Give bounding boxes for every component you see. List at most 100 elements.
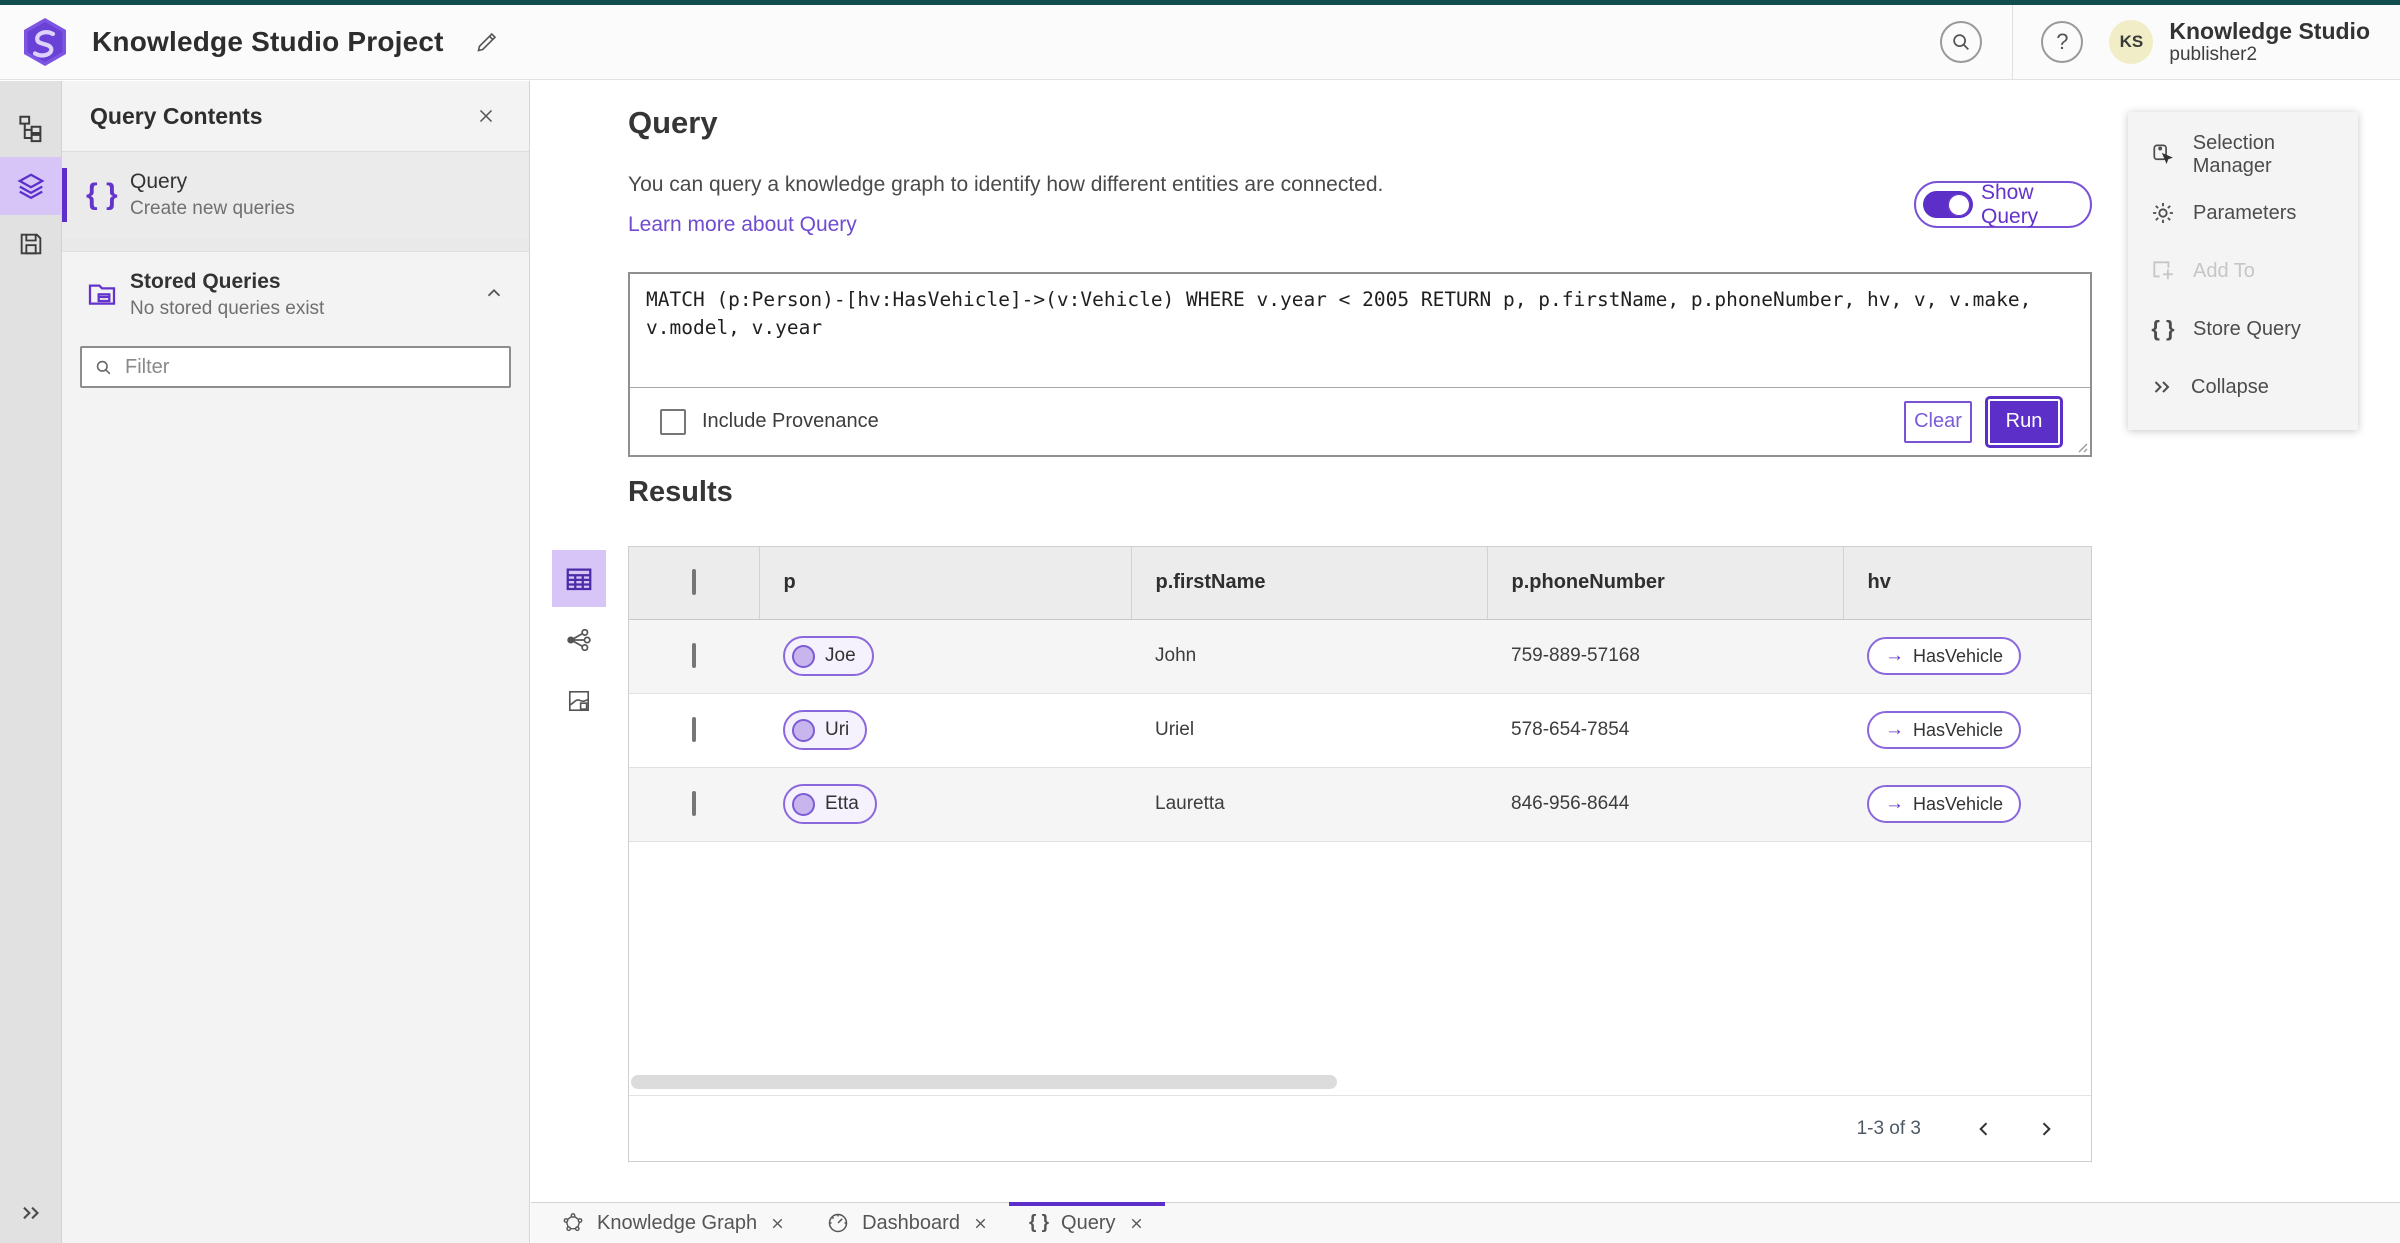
page-title: Query	[628, 105, 718, 140]
parameters-button[interactable]: Parameters	[2128, 184, 2358, 242]
store-query-button[interactable]: { } Store Query	[2128, 300, 2358, 358]
panel-header: Query Contents	[62, 81, 529, 152]
node-chip[interactable]: Joe	[783, 636, 874, 676]
sitemap-icon	[19, 115, 42, 143]
stored-queries-filter[interactable]	[80, 346, 511, 388]
expand-rail-button[interactable]	[0, 1193, 62, 1233]
column-header-firstname: p.firstName	[1131, 547, 1488, 620]
map-view-button[interactable]	[552, 672, 606, 729]
cell-phonenumber: 846-956-8644	[1487, 767, 1843, 842]
rail-item-contents[interactable]	[0, 157, 62, 215]
run-button[interactable]: Run	[1985, 395, 2063, 448]
add-to-icon	[2153, 261, 2173, 280]
network-icon	[567, 628, 591, 651]
select-all-checkbox[interactable]	[691, 569, 696, 596]
add-to-button[interactable]: Add To	[2128, 242, 2358, 300]
selection-manager-button[interactable]: Selection Manager	[2128, 126, 2358, 184]
include-provenance-label: Include Provenance	[702, 410, 879, 432]
chevron-up-icon	[487, 288, 501, 296]
close-icon	[772, 1218, 783, 1228]
node-chip[interactable]: Uri	[783, 710, 868, 750]
column-header-p: p	[759, 547, 1132, 620]
header-divider	[2012, 4, 2014, 80]
graph-view-button[interactable]	[552, 611, 606, 668]
chevron-left-icon	[1979, 1121, 1988, 1136]
results-title: Results	[628, 476, 733, 508]
show-query-label: Show Query	[1981, 180, 2039, 228]
search-icon	[96, 360, 111, 374]
close-tab-button[interactable]	[972, 1215, 989, 1232]
results-table-container: p p.firstName p.phoneNumber hv Joe John …	[628, 546, 2092, 1162]
rail-item-model-hierarchy[interactable]	[0, 99, 62, 157]
edge-chip[interactable]: → HasVehicle	[1867, 711, 2022, 749]
show-query-toggle[interactable]: Show Query	[1914, 181, 2092, 228]
tab-dashboard[interactable]: Dashboard	[806, 1203, 1009, 1243]
user-name: Knowledge Studio	[2169, 17, 2370, 44]
edge-chip[interactable]: → HasVehicle	[1867, 637, 2022, 675]
project-title: Knowledge Studio Project	[92, 26, 444, 57]
row-checkbox[interactable]	[692, 717, 696, 742]
table-view-button[interactable]	[552, 550, 606, 607]
braces-icon: { }	[86, 178, 118, 211]
cell-firstname: Lauretta	[1131, 767, 1487, 842]
query-item-title: Query	[130, 170, 188, 193]
scrollbar-thumb[interactable]	[631, 1075, 1337, 1089]
column-header-hv: hv	[1843, 547, 2091, 620]
cell-firstname: John	[1131, 619, 1487, 694]
user-menu[interactable]: Knowledge Studio publisher2	[2169, 18, 2370, 66]
dashboard-gauge-icon	[828, 1213, 848, 1233]
edge-chip[interactable]: → HasVehicle	[1867, 785, 2022, 823]
arrow-right-icon: →	[1885, 793, 1904, 814]
learn-more-link[interactable]: Learn more about Query	[628, 213, 857, 237]
table-row: Joe John 759-889-57168 → HasVehicle	[629, 619, 2091, 694]
close-panel-button[interactable]	[471, 101, 501, 131]
include-provenance-checkbox[interactable]	[660, 408, 686, 435]
row-checkbox[interactable]	[692, 791, 696, 816]
table-row: Uri Uriel 578-654-7854 → HasVehicle	[629, 693, 2091, 768]
edit-project-title-button[interactable]	[470, 25, 504, 59]
filter-input[interactable]	[125, 355, 497, 379]
rail-item-save[interactable]	[0, 215, 62, 273]
stored-queries-title: Stored Queries	[130, 270, 281, 293]
collapse-panel-button[interactable]: Collapse	[2128, 358, 2358, 416]
braces-icon: { }	[2151, 316, 2175, 341]
query-item-subtitle: Create new queries	[130, 198, 295, 219]
chevron-right-icon	[2042, 1121, 2051, 1136]
table-header-row: p p.firstName p.phoneNumber hv	[629, 547, 2091, 620]
previous-page-button[interactable]	[1967, 1112, 2001, 1146]
close-tab-button[interactable]	[1128, 1215, 1145, 1232]
cell-phonenumber: 759-889-57168	[1487, 619, 1843, 694]
stored-queries-section-header[interactable]: Stored Queries No stored queries exist	[62, 252, 529, 330]
global-search-button[interactable]	[1940, 21, 1983, 63]
bottom-tab-bar: Knowledge Graph Dashboard { } Query	[531, 1202, 2400, 1243]
row-checkbox[interactable]	[692, 643, 696, 668]
table-row: Etta Lauretta 846-956-8644 → HasVehicle	[629, 767, 2091, 842]
close-icon	[975, 1218, 986, 1228]
pencil-icon	[477, 32, 496, 52]
query-code-input[interactable]: MATCH (p:Person)-[hv:HasVehicle]->(v:Veh…	[630, 274, 2090, 388]
close-tab-button[interactable]	[769, 1215, 786, 1232]
app-header: Knowledge Studio Project ? KS Knowledge …	[0, 4, 2400, 80]
table-pagination-footer: 1-3 of 3	[629, 1095, 2091, 1161]
cell-firstname: Uriel	[1131, 693, 1487, 768]
double-chevron-right-icon	[2154, 381, 2170, 393]
node-chip[interactable]: Etta	[783, 784, 877, 824]
clear-button[interactable]: Clear	[1904, 400, 1972, 443]
stored-queries-folder-icon	[88, 284, 116, 305]
gear-icon	[2153, 203, 2173, 223]
user-role: publisher2	[2169, 44, 2258, 66]
query-editor-container: MATCH (p:Person)-[hv:HasVehicle]->(v:Veh…	[628, 272, 2092, 457]
tab-query[interactable]: { } Query	[1008, 1202, 1165, 1243]
panel-section-gap	[62, 238, 529, 252]
resize-handle-icon[interactable]	[2074, 439, 2088, 453]
braces-icon: { }	[1028, 1212, 1050, 1233]
stored-queries-subtitle: No stored queries exist	[130, 298, 325, 319]
sidebar-item-query[interactable]: { } Query Create new queries	[62, 152, 529, 238]
tab-knowledge-graph[interactable]: Knowledge Graph	[541, 1203, 806, 1243]
user-avatar[interactable]: KS	[2109, 20, 2154, 64]
map-icon	[568, 690, 590, 711]
collapse-stored-queries-button[interactable]	[483, 282, 505, 309]
query-actions-panel: Selection Manager Parameters Add To { } …	[2128, 112, 2358, 430]
next-page-button[interactable]	[2029, 1112, 2063, 1146]
help-button[interactable]: ?	[2041, 21, 2084, 63]
